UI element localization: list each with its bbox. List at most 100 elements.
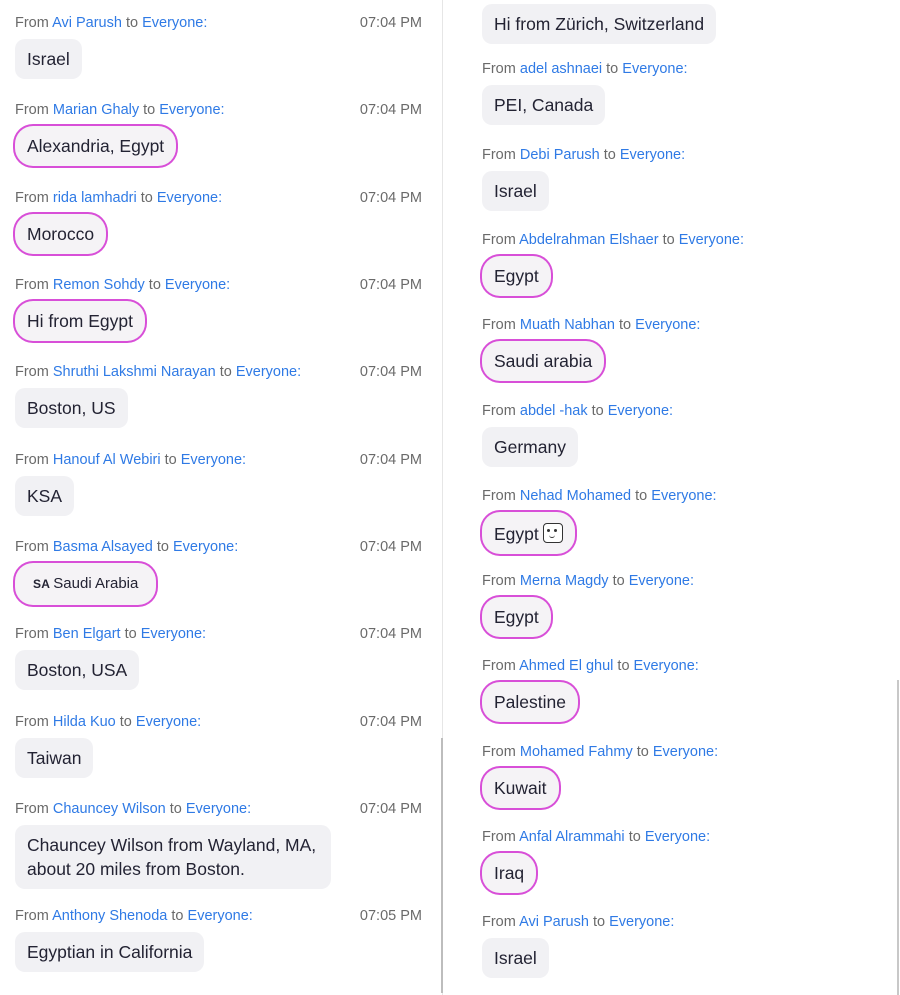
sender-name[interactable]: Hilda Kuo [53,714,116,730]
sender-name[interactable]: Anthony Shenoda [52,908,167,924]
recipient-name[interactable]: Everyone: [141,626,206,642]
from-label: From [482,914,516,930]
recipient-name[interactable]: Everyone: [165,277,230,293]
message-header: From Hanouf Al Webiri to Everyone: [15,452,246,468]
message-bubble: Israel [482,171,549,211]
message-bubble: Kuwait [482,768,559,808]
from-label: From [15,277,49,293]
sender-name[interactable]: Anfal Alrammahi [519,829,625,845]
recipient-name[interactable]: Everyone: [181,452,246,468]
sender-name[interactable]: Shruthi Lakshmi Narayan [53,364,216,380]
to-label: to [592,914,606,930]
recipient-name[interactable]: Everyone: [188,908,253,924]
sender-name[interactable]: Mohamed Fahmy [520,744,633,760]
message-text: Israel [494,181,537,201]
from-label: From [15,626,49,642]
message-header: From Hilda Kuo to Everyone: [15,714,201,730]
sender-name[interactable]: Ahmed El ghul [519,658,613,674]
sender-name[interactable]: Avi Parush [519,914,589,930]
recipient-name[interactable]: Everyone: [236,364,301,380]
scrollbar-right[interactable] [897,680,899,995]
to-label: to [603,147,616,163]
recipient-name[interactable]: Everyone: [653,744,718,760]
message-header: From Nehad Mohamed to Everyone: [482,488,717,504]
recipient-name[interactable]: Everyone: [142,15,207,31]
message-header: From Mohamed Fahmy to Everyone: [482,744,718,760]
sender-name[interactable]: Basma Alsayed [53,539,153,555]
sender-name[interactable]: Marian Ghaly [53,102,139,118]
message-text: Iraq [494,863,525,883]
recipient-name[interactable]: Everyone: [173,539,238,555]
sender-name[interactable]: Avi Parush [52,15,122,31]
recipient-name[interactable]: Everyone: [622,61,687,77]
sender-name[interactable]: Chauncey Wilson [53,801,166,817]
message-text: Morocco [27,224,95,244]
message-header: From Chauncey Wilson to Everyone: [15,801,251,817]
message-bubble: Egypt [482,597,551,637]
chat-column-left: From Avi Parush to Everyone: 07:04 PM Isra… [0,0,442,995]
message-header: From Ahmed El ghul to Everyone: [482,658,699,674]
from-label: From [15,452,49,468]
sender-name[interactable]: Muath Nabhan [520,317,615,333]
recipient-name[interactable]: Everyone: [635,317,700,333]
sender-name[interactable]: rida lamhadri [53,190,137,206]
message-text: Alexandria, Egypt [27,136,165,156]
sender-name[interactable]: Debi Parush [520,147,600,163]
recipient-name[interactable]: Everyone: [608,403,673,419]
from-label: From [482,488,516,504]
message-header: From adel ashnaei to Everyone: [482,61,688,77]
message-timestamp: 07:04 PM [359,102,422,118]
from-label: From [15,190,49,206]
message-text: Egyptian in California [27,942,193,962]
sender-name[interactable]: Hanouf Al Webiri [53,452,161,468]
message-text: Saudi Arabia [53,575,139,592]
sender-name[interactable]: Merna Magdy [520,573,609,589]
to-label: to [164,452,177,468]
message-bubble: Israel [482,938,549,978]
recipient-name[interactable]: Everyone: [645,829,710,845]
smiley-face-icon [542,523,563,543]
message-text: Hi from Egypt [27,311,133,331]
message-text: Boston, USA [27,660,128,680]
recipient-name[interactable]: Everyone: [186,801,251,817]
to-label: to [619,317,632,333]
recipient-name[interactable]: Everyone: [159,102,224,118]
message-text: Palestine [494,692,566,712]
to-label: to [591,403,604,419]
from-label: From [482,573,516,589]
recipient-name[interactable]: Everyone: [679,232,744,248]
recipient-name[interactable]: Everyone: [620,147,685,163]
message-timestamp: 07:04 PM [359,801,422,817]
message-text: PEI, Canada [494,95,594,115]
message-bubble: Boston, USA [15,650,140,690]
message-header: From Muath Nabhan to Everyone: [482,317,700,333]
sender-name[interactable]: Ben Elgart [53,626,121,642]
from-label: From [15,15,49,31]
sender-name[interactable]: abdel -hak [520,403,588,419]
from-label: From [482,147,516,163]
message-text: Egypt [494,266,539,286]
recipient-name[interactable]: Everyone: [634,658,699,674]
to-label: to [140,190,153,206]
to-label: to [219,364,232,380]
recipient-name[interactable]: Everyone: [136,714,201,730]
message-timestamp: 07:04 PM [359,15,422,31]
message-header: From Shruthi Lakshmi Narayan to Everyone… [15,364,301,380]
recipient-name[interactable]: Everyone: [629,573,694,589]
sender-name[interactable]: Abdelrahman Elshaer [519,232,658,248]
message-header: From Marian Ghaly to Everyone: [15,102,225,118]
message-header: From Anfal Alrammahi to Everyone: [482,829,710,845]
recipient-name[interactable]: Everyone: [157,190,222,206]
flag-icon: SA [33,577,51,591]
recipient-name[interactable]: Everyone: [609,914,674,930]
from-label: From [15,801,49,817]
message-bubble: Egyptian in California [15,932,205,972]
sender-name[interactable]: adel ashnaei [520,61,602,77]
to-label: to [119,714,132,730]
sender-name[interactable]: Nehad Mohamed [520,488,631,504]
scrollbar-left[interactable] [441,738,443,993]
sender-name[interactable]: Remon Sohdy [53,277,145,293]
recipient-name[interactable]: Everyone: [651,488,716,504]
to-label: to [617,658,630,674]
chat-column-right: Hi from Zürich, Switzerland From adel as… [444,0,900,995]
